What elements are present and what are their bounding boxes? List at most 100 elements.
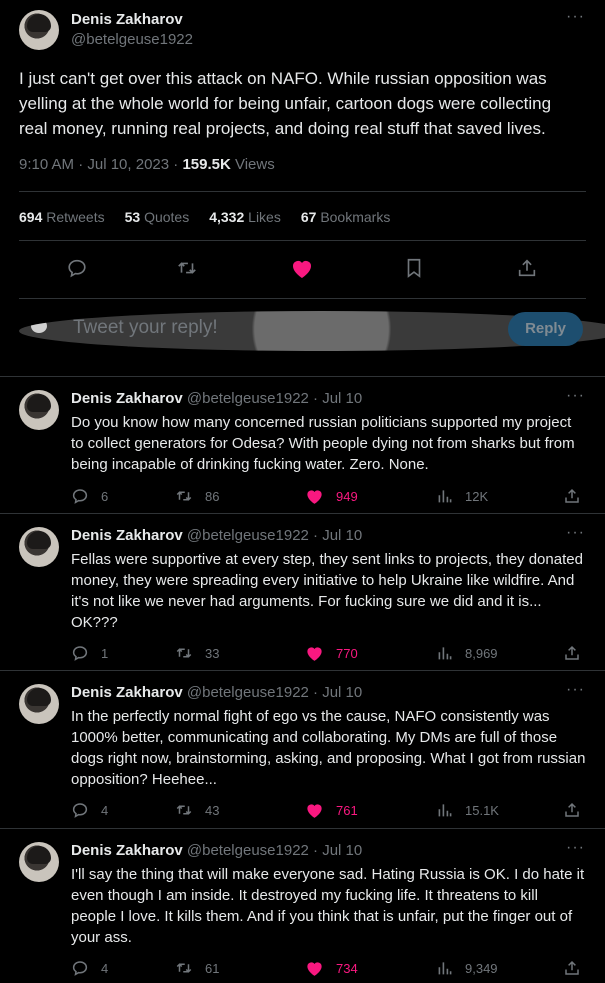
reply-handle-date[interactable]: @betelgeuse1922 · Jul 10	[187, 390, 362, 407]
retweet-icon	[176, 491, 192, 501]
retweets-label: Retweets	[46, 209, 105, 225]
share-icon[interactable]	[563, 487, 581, 505]
retweet-icon	[176, 648, 192, 658]
tweet-time[interactable]: 9:10 AM · Jul 10, 2023 ·	[19, 156, 182, 173]
views-chart-icon	[438, 647, 452, 660]
more-dots-icon[interactable]: ···	[566, 681, 585, 699]
share-icon[interactable]	[563, 801, 581, 819]
views-chart-icon	[438, 490, 452, 503]
retweet-count-button[interactable]: 33	[175, 644, 219, 662]
divider	[19, 240, 586, 241]
divider	[19, 298, 586, 299]
reply-bubble-icon	[72, 489, 88, 504]
more-dots-icon[interactable]: ···	[566, 8, 585, 26]
reply-header: Denis Zakharov @betelgeuse1922 · Jul 10	[71, 527, 362, 544]
views-count: 8,969	[465, 645, 498, 661]
retweet-count: 86	[205, 488, 220, 504]
heart-icon	[307, 647, 322, 661]
quotes-label: Quotes	[144, 209, 190, 225]
reply-text: I'll say the thing that will make everyo…	[71, 866, 585, 946]
views-chart-icon	[438, 804, 452, 817]
reply-header: Denis Zakharov @betelgeuse1922 · Jul 10	[71, 842, 362, 859]
bookmarks-count: 67	[300, 209, 317, 225]
retweet-icon	[176, 963, 192, 973]
bookmarks-stat[interactable]: 67 Bookmarks	[301, 209, 391, 225]
reply-header: Denis Zakharov @betelgeuse1922 · Jul 10	[71, 684, 362, 701]
reply-bubble-icon	[72, 646, 88, 661]
quotes-stat[interactable]: 53 Quotes	[125, 209, 190, 225]
views-chart-icon	[438, 962, 452, 975]
reply-input[interactable]: Tweet your reply!	[73, 317, 218, 339]
share-icon[interactable]	[563, 644, 581, 662]
reply-text: Do you know how many concerned russian p…	[71, 414, 575, 473]
reply-count-button[interactable]: 4	[71, 801, 108, 819]
retweet-count-button[interactable]: 61	[175, 959, 219, 977]
more-dots-icon[interactable]: ···	[566, 524, 585, 542]
reply-avatar[interactable]	[19, 684, 59, 724]
views-count: 12K	[465, 488, 489, 504]
quotes-count: 53	[124, 209, 141, 225]
reply-bubble-icon[interactable]	[66, 257, 90, 281]
retweet-icon[interactable]	[176, 257, 200, 281]
retweet-count-button[interactable]: 43	[175, 801, 219, 819]
heart-icon	[307, 490, 322, 504]
reply-count-button[interactable]: 4	[71, 959, 108, 977]
author-handle[interactable]: @betelgeuse1922	[71, 31, 193, 48]
reply-handle-date[interactable]: @betelgeuse1922 · Jul 10	[187, 684, 362, 701]
likes-label: Likes	[248, 209, 281, 225]
views-label: Views	[230, 156, 275, 173]
retweet-count-button[interactable]: 86	[175, 487, 219, 505]
views-count-button[interactable]: 8,969	[437, 644, 498, 662]
like-count: 734	[336, 960, 358, 976]
reply-text: Fellas were supportive at every step, th…	[71, 551, 583, 631]
reply-count: 4	[101, 960, 109, 976]
bookmark-icon[interactable]	[403, 257, 427, 281]
views-count-button[interactable]: 12K	[437, 487, 488, 505]
more-dots-icon[interactable]: ···	[566, 839, 585, 857]
reply-action-bar: 1 33 770 8,969	[71, 644, 586, 664]
reply-count-button[interactable]: 1	[71, 644, 108, 662]
reply-count-button[interactable]: 6	[71, 487, 108, 505]
likes-stat[interactable]: 4,332 Likes	[209, 209, 281, 225]
reply-handle-date[interactable]: @betelgeuse1922 · Jul 10	[187, 527, 362, 544]
reply-action-bar: 4 43 761 15.1K	[71, 801, 586, 821]
tweet-action-bar	[0, 253, 605, 285]
views-count-button[interactable]: 9,349	[437, 959, 498, 977]
share-icon[interactable]	[516, 257, 540, 281]
reply-avatar[interactable]	[19, 527, 59, 567]
author-avatar[interactable]	[19, 10, 59, 50]
reply-handle-date[interactable]: @betelgeuse1922 · Jul 10	[187, 842, 362, 859]
reply-avatar[interactable]	[19, 842, 59, 882]
more-dots-icon[interactable]: ···	[566, 387, 585, 405]
like-count-button[interactable]: 761	[305, 801, 358, 819]
reply-author-name[interactable]: Denis Zakharov	[71, 527, 183, 544]
tweet-stats: 694 Retweets 53 Quotes 4,332 Likes 67 Bo…	[19, 209, 390, 225]
heart-icon[interactable]	[290, 257, 314, 281]
reply-author-name[interactable]: Denis Zakharov	[71, 842, 183, 859]
reply-count: 1	[101, 645, 109, 661]
like-count: 761	[336, 802, 358, 818]
divider	[0, 828, 605, 829]
like-count: 770	[336, 645, 358, 661]
reply-author-name[interactable]: Denis Zakharov	[71, 684, 183, 701]
reply-text: In the perfectly normal fight of ego vs …	[71, 708, 586, 788]
heart-icon	[307, 804, 322, 818]
like-count-button[interactable]: 949	[305, 487, 358, 505]
divider	[0, 670, 605, 671]
retweet-icon	[176, 805, 192, 815]
retweet-count: 33	[205, 645, 220, 661]
tweet-meta: 9:10 AM · Jul 10, 2023 · 159.5K Views	[19, 156, 275, 173]
views-count: 15.1K	[465, 802, 499, 818]
views-count: 9,349	[465, 960, 498, 976]
views-count-button[interactable]: 15.1K	[437, 801, 499, 819]
reply-author-name[interactable]: Denis Zakharov	[71, 390, 183, 407]
share-icon[interactable]	[563, 959, 581, 977]
reply-avatar[interactable]	[19, 390, 59, 430]
retweets-stat[interactable]: 694 Retweets	[19, 209, 105, 225]
reply-action-bar: 4 61 734 9,349	[71, 959, 586, 979]
retweet-count: 43	[205, 802, 220, 818]
like-count-button[interactable]: 734	[305, 959, 358, 977]
author-name[interactable]: Denis Zakharov	[71, 11, 183, 28]
like-count-button[interactable]: 770	[305, 644, 358, 662]
reply-button[interactable]: Reply	[508, 312, 583, 346]
